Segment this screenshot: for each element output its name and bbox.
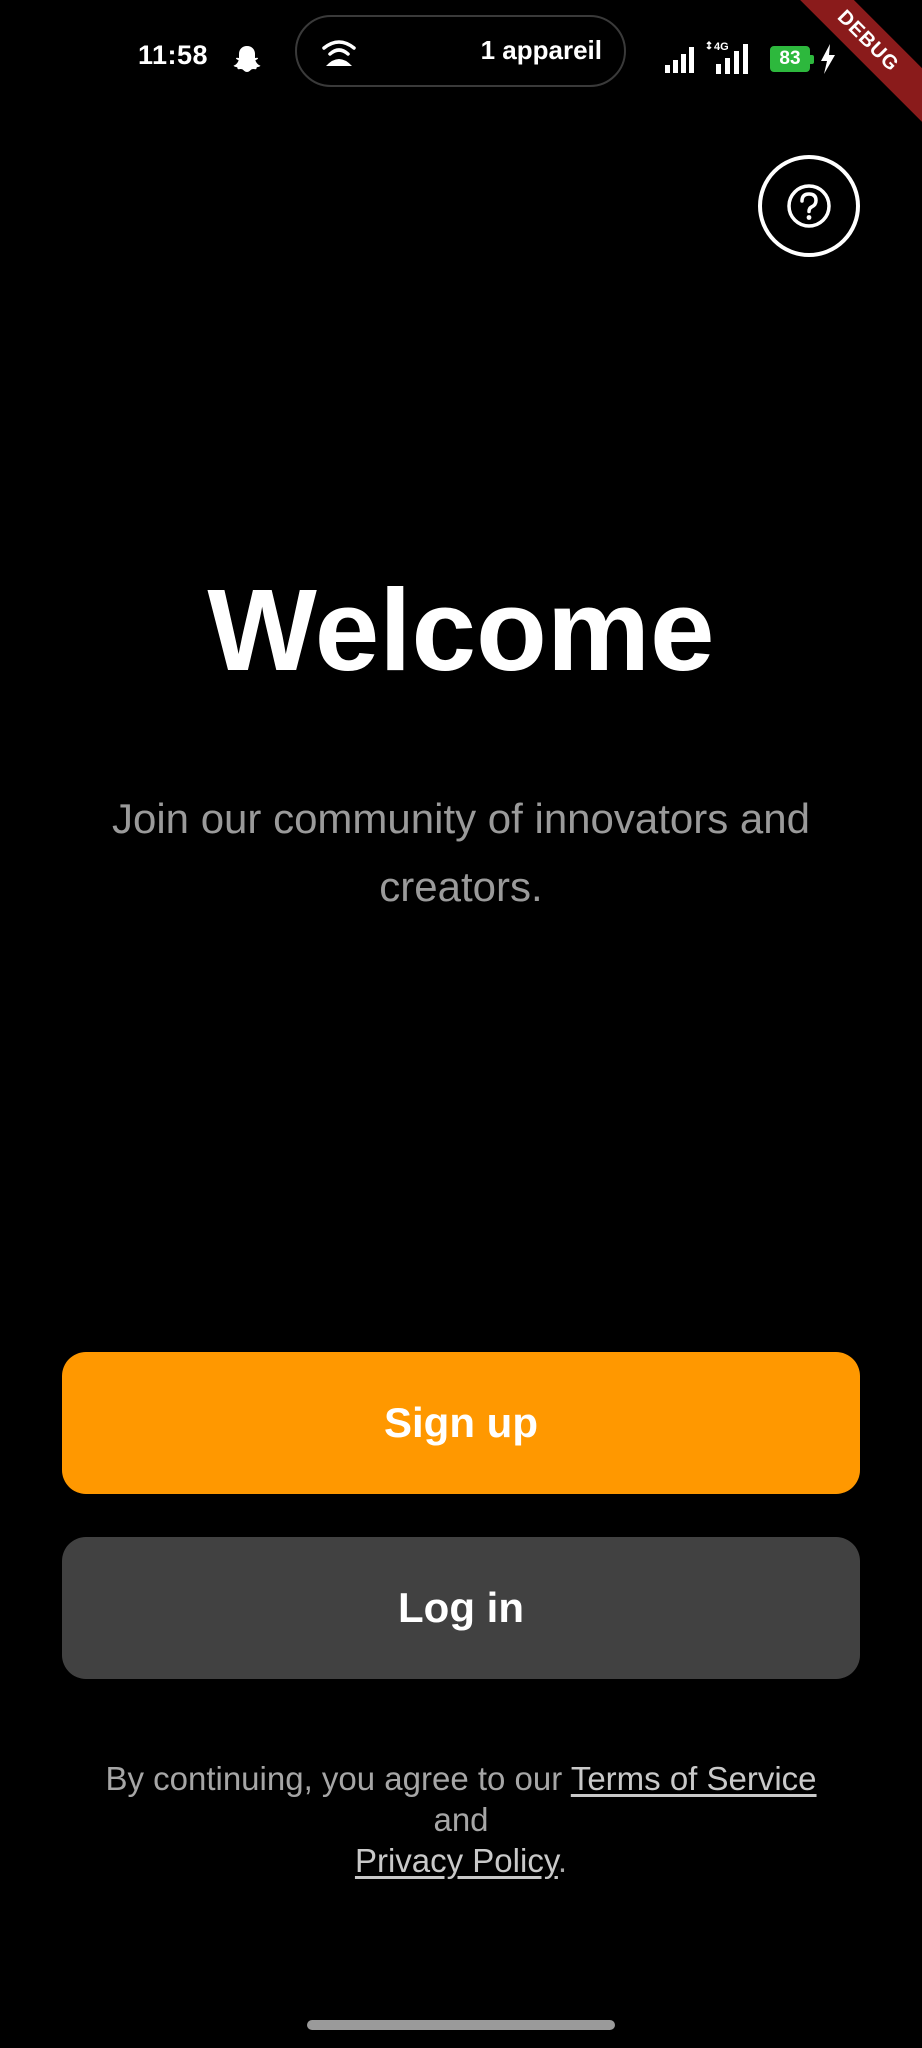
legal-suffix: . [557, 1842, 568, 1879]
help-button[interactable] [758, 155, 860, 257]
signup-button[interactable]: Sign up [62, 1352, 860, 1494]
legal-connector: and [433, 1801, 489, 1838]
legal-notice: By continuing, you agree to our Terms of… [40, 1758, 882, 1881]
status-time: 11:58 [138, 40, 209, 70]
signal-strength-icon [665, 47, 694, 73]
hotspot-indicator[interactable]: 1 appareil [295, 15, 626, 87]
status-bar: 11:58 1 appareil 4G 83 [0, 0, 922, 110]
login-button[interactable]: Log in [62, 1537, 860, 1679]
welcome-subtitle: Join our community of innovators and cre… [111, 795, 811, 910]
snapchat-ghost-icon [233, 46, 261, 72]
network-type-label: 4G [714, 41, 729, 53]
battery-indicator: 83 [770, 46, 814, 72]
home-indicator[interactable] [307, 2020, 615, 2030]
hotspot-label: 1 appareil [480, 35, 602, 65]
welcome-title: Welcome [207, 565, 715, 695]
privacy-policy-link[interactable]: Privacy Policy [355, 1842, 558, 1879]
mobile-data-signal-icon: 4G [706, 40, 748, 74]
help-circle-icon [787, 184, 831, 228]
hotspot-icon [322, 40, 356, 66]
terms-of-service-link[interactable]: Terms of Service [571, 1760, 817, 1797]
legal-prefix: By continuing, you agree to our [105, 1760, 571, 1797]
charging-bolt-icon [821, 44, 835, 74]
